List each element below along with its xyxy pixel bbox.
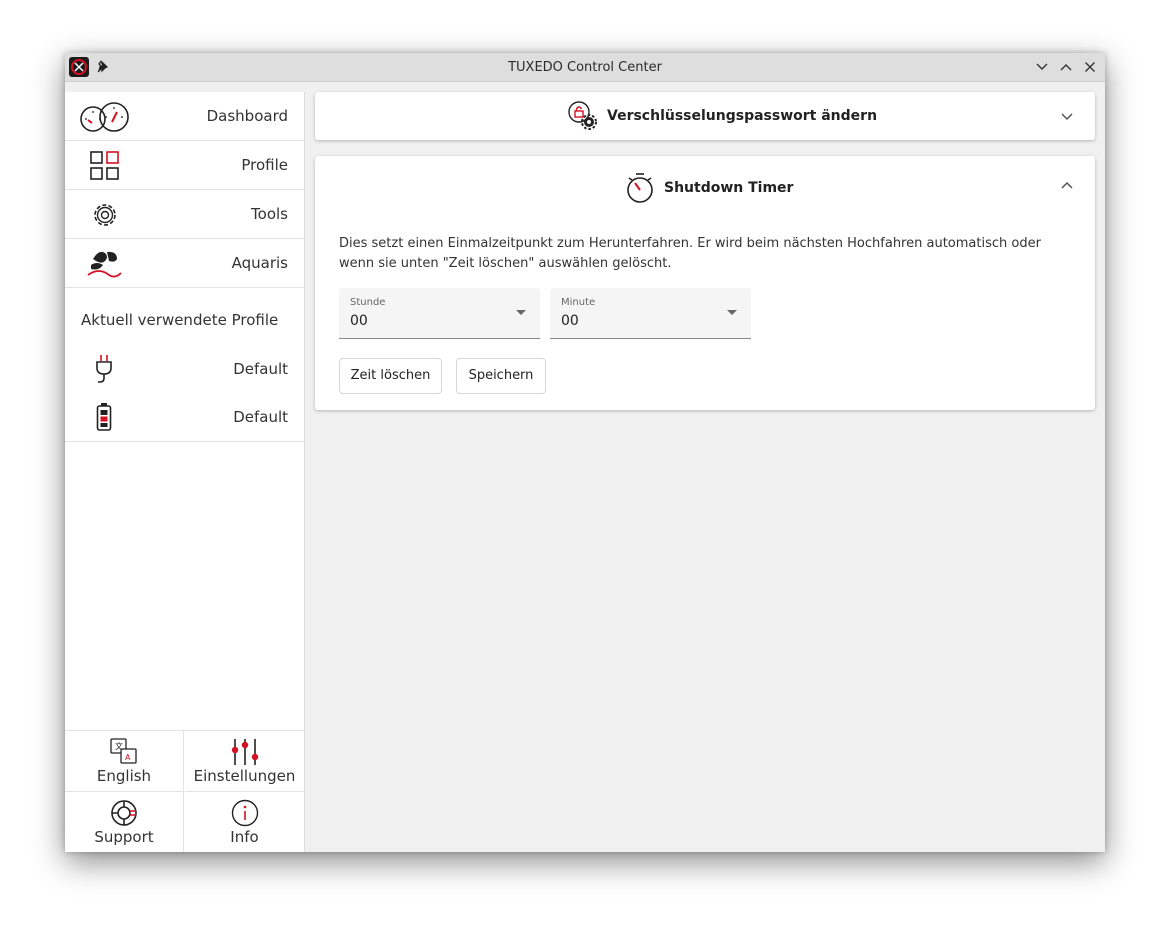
sidebar-item-aquaris[interactable]: Aquaris xyxy=(65,239,304,288)
chevron-down-icon[interactable] xyxy=(1059,108,1075,124)
settings-label: Einstellungen xyxy=(193,767,296,785)
sidebar-item-label: Aquaris xyxy=(231,254,288,272)
info-button[interactable]: Info xyxy=(185,792,304,852)
minute-label: Minute xyxy=(561,297,596,308)
divider xyxy=(65,441,304,442)
lifebuoy-icon xyxy=(109,798,139,828)
minute-select[interactable]: Minute 00 xyxy=(550,288,751,339)
language-icon: 文 A xyxy=(109,737,139,767)
active-profiles-title: Aktuell verwendete Profile xyxy=(81,311,279,329)
active-profile-ac: Default xyxy=(65,345,304,393)
info-label: Info xyxy=(230,828,259,846)
encryption-password-title: Verschlüsselungspasswort ändern xyxy=(607,108,878,124)
profiles-grid-icon xyxy=(79,149,131,183)
dropdown-arrow-icon xyxy=(727,310,737,315)
language-button[interactable]: 文 A English xyxy=(65,731,184,792)
sidebar-item-profile[interactable]: Profile xyxy=(65,141,304,190)
shutdown-timer-title: Shutdown Timer xyxy=(664,180,794,196)
window-title: TUXEDO Control Center xyxy=(508,60,662,75)
encryption-password-header[interactable]: Verschlüsselungspasswort ändern xyxy=(315,92,1095,140)
chevron-up-icon[interactable] xyxy=(1059,178,1075,194)
dashboard-gauges-icon xyxy=(79,100,131,134)
hour-value: 00 xyxy=(350,313,368,329)
info-icon xyxy=(230,798,260,828)
save-button[interactable]: Speichern xyxy=(456,358,546,394)
sidebar-item-dashboard[interactable]: Dashboard xyxy=(65,92,304,141)
title-bar: TUXEDO Control Center xyxy=(65,53,1105,82)
lock-gear-icon xyxy=(567,100,597,130)
language-label: English xyxy=(96,767,152,785)
settings-button[interactable]: Einstellungen xyxy=(185,731,304,792)
sliders-icon xyxy=(230,737,260,767)
app-window: TUXEDO Control Center Dashboard Profile … xyxy=(65,53,1105,852)
support-label: Support xyxy=(94,828,154,846)
minimize-icon[interactable] xyxy=(1034,59,1050,75)
battery-icon xyxy=(93,402,115,432)
hour-label: Stunde xyxy=(350,297,386,308)
stopwatch-icon xyxy=(625,172,655,204)
dropdown-arrow-icon xyxy=(516,310,526,315)
minute-value: 00 xyxy=(561,313,579,329)
sidebar-item-label: Dashboard xyxy=(206,107,288,125)
shutdown-timer-panel: Shutdown Timer Dies setzt einen Einmalze… xyxy=(315,156,1095,410)
sidebar: Dashboard Profile Tools Aquaris Aktuell … xyxy=(65,92,305,852)
sidebar-item-label: Profile xyxy=(241,156,288,174)
sidebar-item-tools[interactable]: Tools xyxy=(65,190,304,239)
support-button[interactable]: Support xyxy=(65,792,184,852)
gear-icon xyxy=(79,198,131,232)
maximize-icon[interactable] xyxy=(1058,59,1074,75)
aquaris-fan-icon xyxy=(79,247,131,281)
active-profile-battery: Default xyxy=(65,393,304,441)
svg-text:A: A xyxy=(125,753,131,762)
active-profile-label: Default xyxy=(233,408,288,426)
power-plug-icon xyxy=(93,354,115,384)
svg-text:文: 文 xyxy=(115,741,123,751)
sidebar-bottom-grid: 文 A English Einstellungen Support Info xyxy=(65,730,304,852)
shutdown-timer-header[interactable]: Shutdown Timer xyxy=(315,156,1095,214)
clear-time-button[interactable]: Zeit löschen xyxy=(339,358,442,394)
shutdown-timer-description: Dies setzt einen Einmalzeitpunkt zum Her… xyxy=(339,236,1041,271)
sidebar-item-label: Tools xyxy=(251,205,288,223)
active-profile-label: Default xyxy=(233,360,288,378)
encryption-password-panel: Verschlüsselungspasswort ändern xyxy=(315,92,1095,140)
close-icon[interactable] xyxy=(1082,59,1098,75)
hour-select[interactable]: Stunde 00 xyxy=(339,288,540,339)
